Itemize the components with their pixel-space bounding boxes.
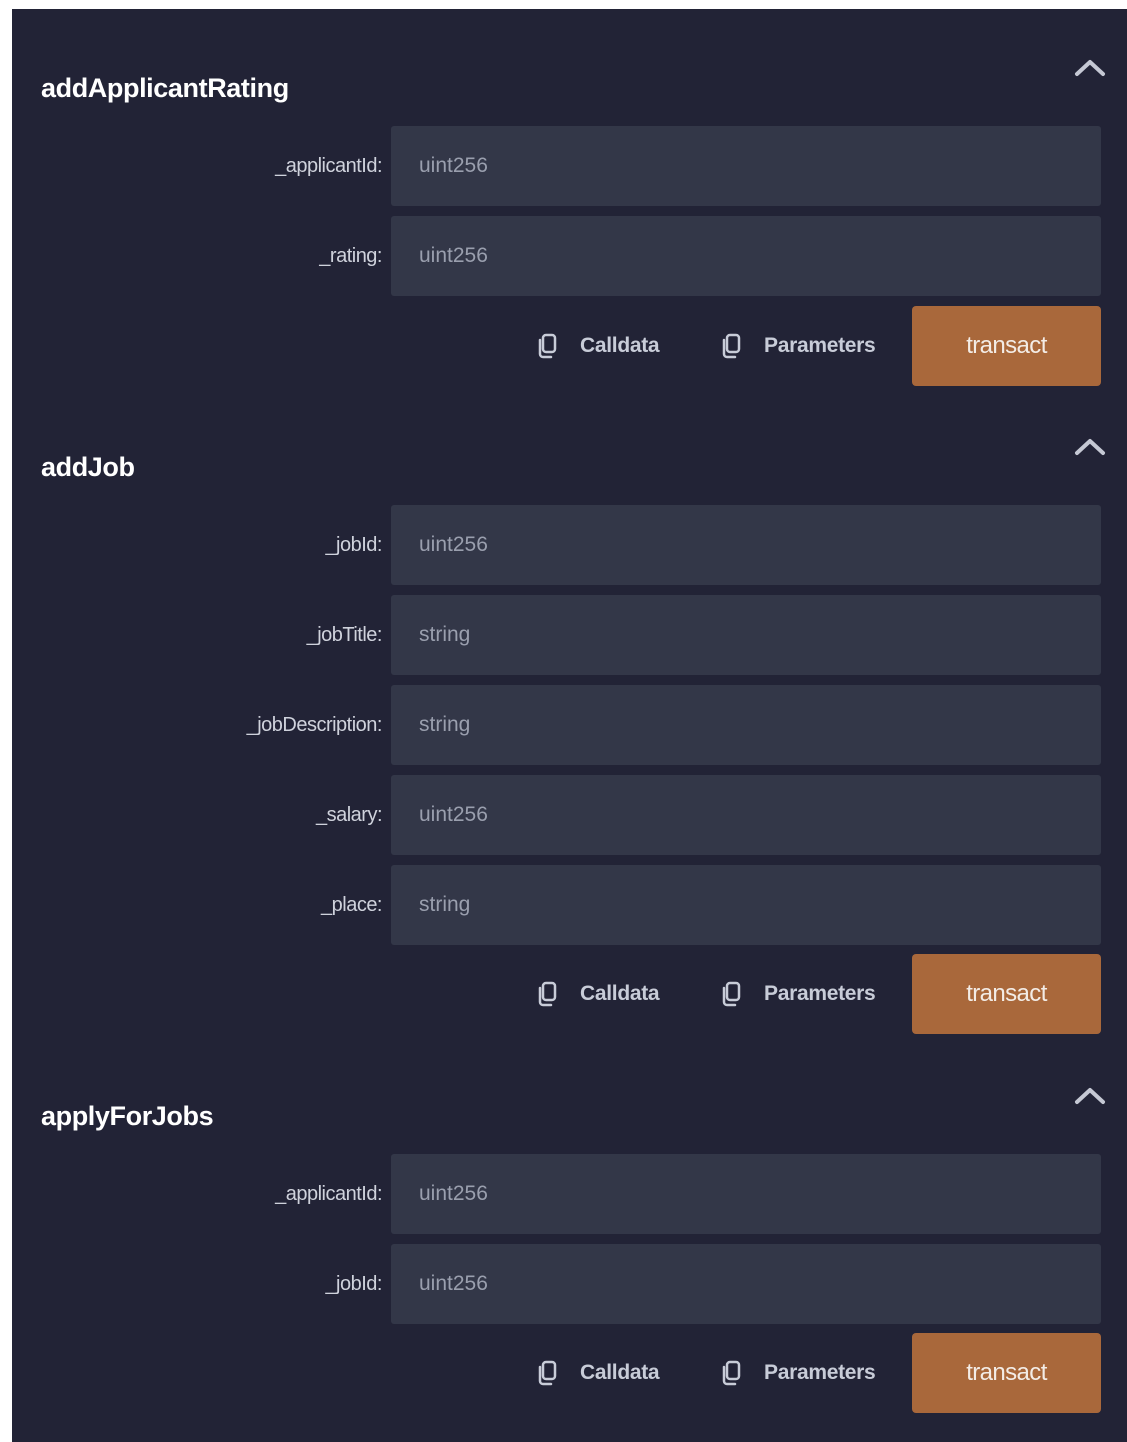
param-input-jobId[interactable] [391, 505, 1101, 585]
param-input-place[interactable] [391, 865, 1101, 945]
copy-icon [718, 331, 742, 361]
param-input-jobTitle[interactable] [391, 595, 1101, 675]
param-row: _jobTitle: [12, 595, 1127, 675]
function-panel: addApplicantRating _applicantId: _rating… [12, 9, 1127, 1442]
transact-button[interactable]: transact [912, 1333, 1101, 1413]
param-input-salary[interactable] [391, 775, 1101, 855]
calldata-label: Calldata [580, 1361, 660, 1384]
param-label: _jobDescription: [246, 714, 383, 736]
param-label: _rating: [319, 245, 382, 267]
copy-calldata-button[interactable]: Calldata [534, 306, 660, 386]
param-input-jobId[interactable] [391, 1244, 1101, 1324]
transact-button[interactable]: transact [912, 306, 1101, 386]
chevron-up-icon[interactable] [1070, 53, 1110, 83]
copy-parameters-button[interactable]: Parameters [718, 954, 876, 1034]
copy-icon [534, 1358, 558, 1388]
param-row: _applicantId: [12, 126, 1127, 206]
chevron-up-icon[interactable] [1070, 1081, 1110, 1111]
param-input-applicantId[interactable] [391, 126, 1101, 206]
param-row: _jobId: [12, 505, 1127, 585]
param-label: _jobTitle: [306, 624, 383, 646]
parameters-label: Parameters [764, 334, 876, 357]
param-row: _rating: [12, 216, 1127, 296]
copy-parameters-button[interactable]: Parameters [718, 1333, 876, 1413]
action-bar: Calldata Parameters transact [12, 954, 1127, 1034]
copy-calldata-button[interactable]: Calldata [534, 1333, 660, 1413]
param-row: _salary: [12, 775, 1127, 855]
chevron-up-icon[interactable] [1070, 432, 1110, 462]
copy-icon [534, 331, 558, 361]
copy-icon [534, 979, 558, 1009]
param-row: _jobDescription: [12, 685, 1127, 765]
param-label: _place: [321, 894, 383, 916]
param-label: _jobId: [325, 534, 382, 556]
param-row: _jobId: [12, 1244, 1127, 1324]
function-title: applyForJobs [41, 1101, 214, 1131]
param-label: _applicantId: [275, 155, 382, 177]
copy-icon [718, 1358, 742, 1388]
copy-calldata-button[interactable]: Calldata [534, 954, 660, 1034]
action-bar: Calldata Parameters transact [12, 1333, 1127, 1413]
copy-parameters-button[interactable]: Parameters [718, 306, 876, 386]
parameters-label: Parameters [764, 1361, 876, 1384]
param-label: _jobId: [325, 1273, 382, 1295]
param-input-jobDescription[interactable] [391, 685, 1101, 765]
calldata-label: Calldata [580, 982, 660, 1005]
param-label: _salary: [315, 804, 383, 826]
function-title: addJob [41, 452, 135, 482]
parameters-label: Parameters [764, 982, 876, 1005]
action-bar: Calldata Parameters transact [12, 306, 1127, 386]
param-label: _applicantId: [275, 1183, 382, 1205]
param-row: _applicantId: [12, 1154, 1127, 1234]
calldata-label: Calldata [580, 334, 660, 357]
copy-icon [718, 979, 742, 1009]
param-input-rating[interactable] [391, 216, 1101, 296]
function-title: addApplicantRating [41, 73, 289, 103]
param-input-applicantId[interactable] [391, 1154, 1101, 1234]
transact-button[interactable]: transact [912, 954, 1101, 1034]
param-row: _place: [12, 865, 1127, 945]
